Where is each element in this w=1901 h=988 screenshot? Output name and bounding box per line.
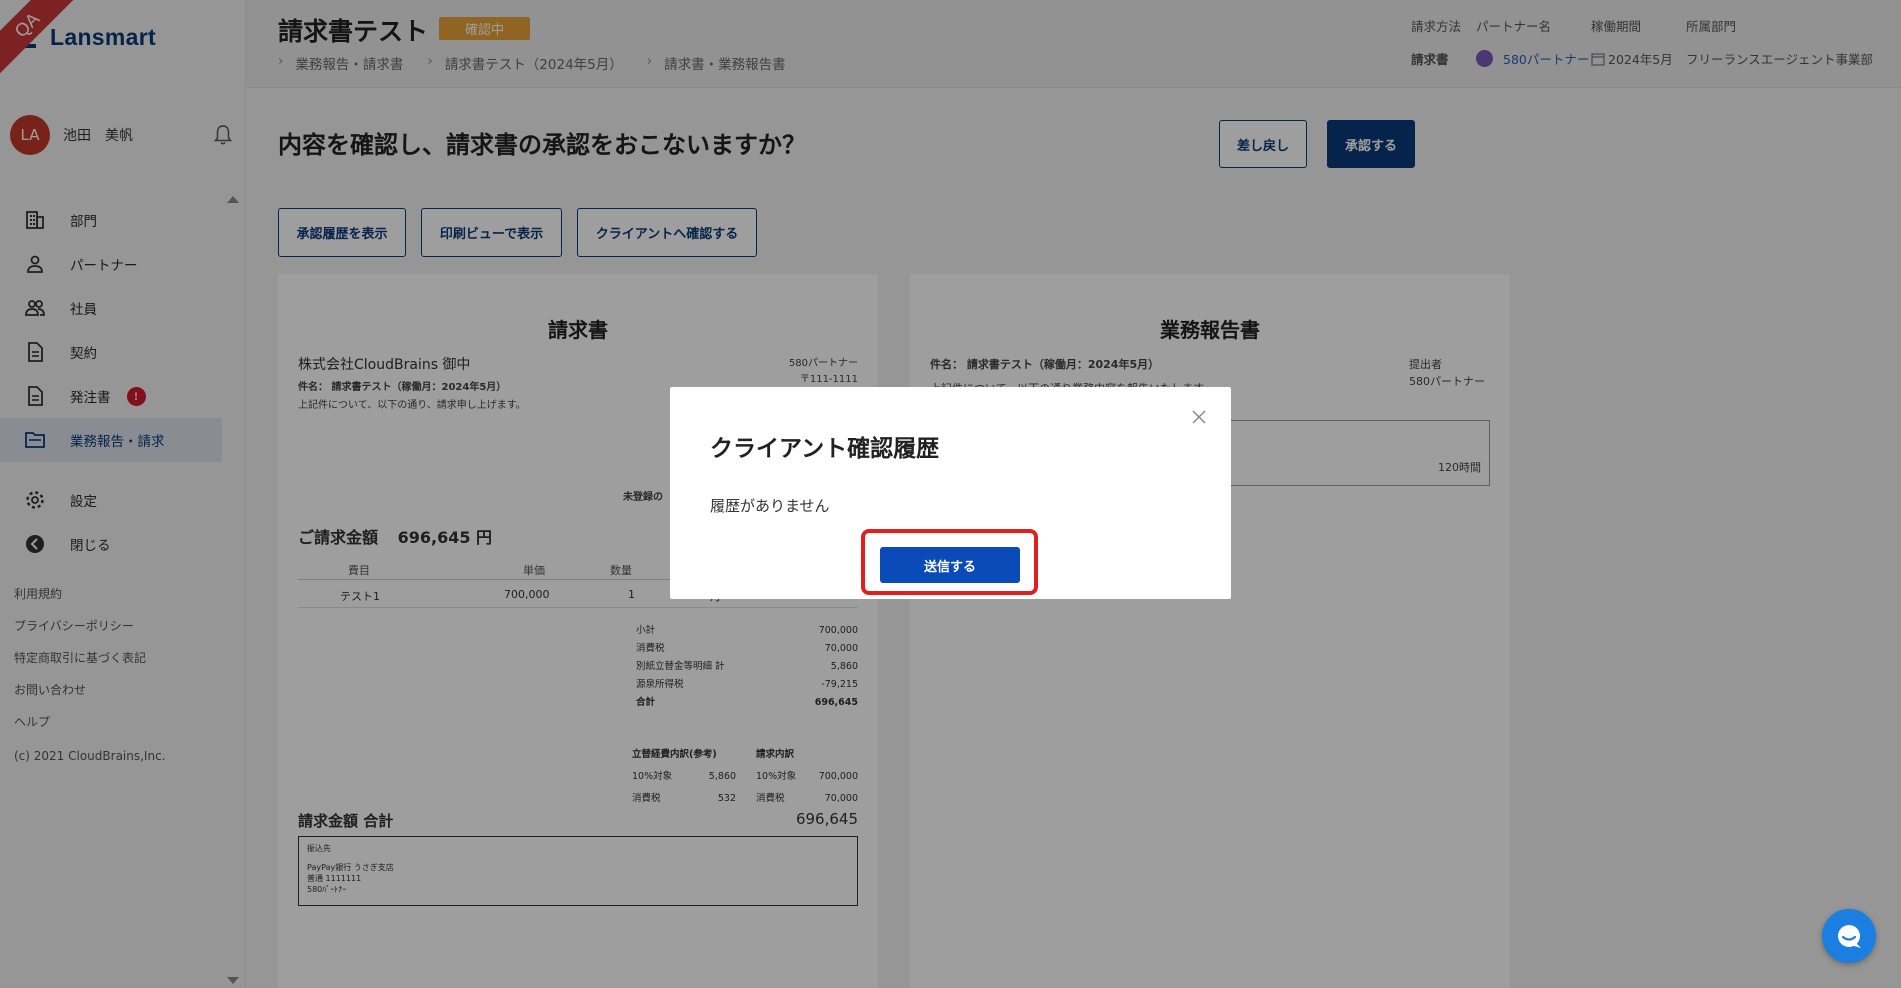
empty-history-message: 履歴がありません	[710, 497, 830, 515]
send-button[interactable]: 送信する	[880, 547, 1020, 583]
close-icon[interactable]	[1189, 407, 1209, 427]
chat-support-button[interactable]	[1822, 909, 1876, 963]
chat-icon	[1838, 925, 1861, 948]
client-confirmation-history-dialog: クライアント確認履歴 履歴がありません 送信する	[670, 387, 1231, 599]
dialog-title: クライアント確認履歴	[710, 436, 940, 462]
